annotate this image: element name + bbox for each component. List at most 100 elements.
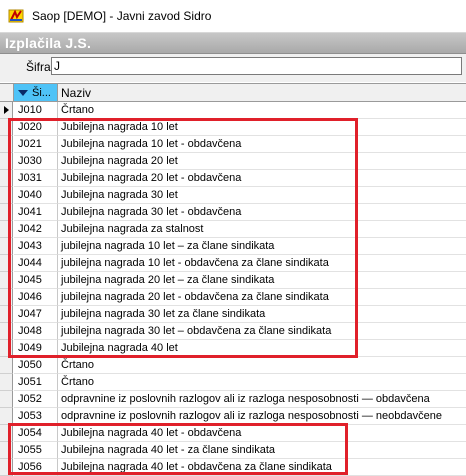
row-indicator[interactable] [0, 323, 13, 340]
table-row[interactable]: J030 Jubilejna nagrada 20 let [0, 153, 466, 170]
sort-descending-icon [18, 89, 28, 96]
cell-name[interactable]: Jubilejna nagrada 10 let [58, 119, 466, 136]
row-indicator[interactable] [0, 119, 13, 136]
row-indicator[interactable] [0, 272, 13, 289]
grid-header: Ši... Naziv [0, 84, 466, 102]
row-indicator[interactable] [0, 221, 13, 238]
cell-name[interactable]: Jubilejna nagrada 30 let - obdavčena [58, 204, 466, 221]
row-indicator[interactable] [0, 204, 13, 221]
grid-rows: J010 Črtano J020 Jubilejna nagrada 10 let J0… [0, 102, 466, 476]
cell-code[interactable]: J030 [14, 153, 58, 170]
cell-name[interactable]: Jubilejna nagrada 40 let - za člane sind… [58, 442, 466, 459]
cell-name[interactable]: Črtano [58, 102, 466, 119]
saop-app-icon [8, 9, 24, 23]
table-row[interactable]: J052 odpravnine iz poslovnih razlogov ali… [0, 391, 466, 408]
cell-code[interactable]: J046 [14, 289, 58, 306]
row-indicator[interactable] [0, 374, 13, 391]
current-row-indicator[interactable] [0, 102, 13, 119]
table-row[interactable]: J010 Črtano [0, 102, 466, 119]
table-row[interactable]: J050 Črtano [0, 357, 466, 374]
row-indicator[interactable] [0, 238, 13, 255]
table-row[interactable]: J045 jubilejna nagrada 20 let – za člane … [0, 272, 466, 289]
table-row[interactable]: J054 Jubilejna nagrada 40 let - obdavčena [0, 425, 466, 442]
code-filter-input[interactable] [51, 57, 462, 75]
cell-name[interactable]: Črtano [58, 374, 466, 391]
cell-code[interactable]: J040 [14, 187, 58, 204]
table-row[interactable]: J042 Jubilejna nagrada za stalnost [0, 221, 466, 238]
table-row[interactable]: J048 jubilejna nagrada 30 let – obdavčena… [0, 323, 466, 340]
table-row[interactable]: J041 Jubilejna nagrada 30 let - obdavčena [0, 204, 466, 221]
table-row[interactable]: J055 Jubilejna nagrada 40 let - za člane … [0, 442, 466, 459]
column-header-code[interactable]: Ši... [14, 84, 58, 101]
cell-code[interactable]: J047 [14, 306, 58, 323]
cell-name[interactable]: Jubilejna nagrada 40 let - obdavčena [58, 425, 466, 442]
cell-code[interactable]: J055 [14, 442, 58, 459]
table-row[interactable]: J047 jubilejna nagrada 30 let za člane si… [0, 306, 466, 323]
section-header: Izplačila J.S. [0, 32, 466, 54]
cell-code[interactable]: J031 [14, 170, 58, 187]
cell-code[interactable]: J041 [14, 204, 58, 221]
cell-code[interactable]: J056 [14, 459, 58, 476]
cell-name[interactable]: jubilejna nagrada 30 let – obdavčena za … [58, 323, 466, 340]
row-indicator[interactable] [0, 459, 13, 476]
row-indicator[interactable] [0, 187, 13, 204]
cell-code[interactable]: J053 [14, 408, 58, 425]
table-row[interactable]: J040 Jubilejna nagrada 30 let [0, 187, 466, 204]
cell-code[interactable]: J049 [14, 340, 58, 357]
cell-code[interactable]: J044 [14, 255, 58, 272]
table-row[interactable]: J031 Jubilejna nagrada 20 let - obdavčena [0, 170, 466, 187]
row-indicator[interactable] [0, 391, 13, 408]
cell-code[interactable]: J048 [14, 323, 58, 340]
section-title: Izplačila J.S. [5, 35, 92, 51]
cell-code[interactable]: J010 [14, 102, 58, 119]
cell-name[interactable]: odpravnine iz poslovnih razlogov ali iz … [58, 391, 466, 408]
window-title: Saop [DEMO] - Javni zavod Sidro [32, 9, 212, 23]
row-indicator[interactable] [0, 306, 13, 323]
row-indicator[interactable] [0, 289, 13, 306]
cell-code[interactable]: J051 [14, 374, 58, 391]
cell-name[interactable]: Jubilejna nagrada 40 let [58, 340, 466, 357]
cell-code[interactable]: J042 [14, 221, 58, 238]
cell-name[interactable]: jubilejna nagrada 10 let - obdavčena za … [58, 255, 466, 272]
cell-name[interactable]: odpravnine iz poslovnih razlogov ali iz … [58, 408, 466, 425]
cell-name[interactable]: jubilejna nagrada 20 let – za člane sind… [58, 272, 466, 289]
row-indicator[interactable] [0, 442, 13, 459]
cell-code[interactable]: J045 [14, 272, 58, 289]
table-row[interactable]: J021 Jubilejna nagrada 10 let - obdavčena [0, 136, 466, 153]
cell-code[interactable]: J054 [14, 425, 58, 442]
table-row[interactable]: J053 odpravnine iz poslovnih razlogov ali… [0, 408, 466, 425]
row-indicator[interactable] [0, 136, 13, 153]
cell-code[interactable]: J050 [14, 357, 58, 374]
cell-name[interactable]: Jubilejna nagrada 30 let [58, 187, 466, 204]
row-indicator[interactable] [0, 255, 13, 272]
table-row[interactable]: J043 jubilejna nagrada 10 let – za člane … [0, 238, 466, 255]
table-row[interactable]: J056 Jubilejna nagrada 40 let - obdavčena… [0, 459, 466, 476]
row-indicator-header [0, 84, 14, 101]
row-indicator[interactable] [0, 425, 13, 442]
cell-name[interactable]: Črtano [58, 357, 466, 374]
cell-code[interactable]: J020 [14, 119, 58, 136]
cell-name[interactable]: jubilejna nagrada 20 let - obdavčena za … [58, 289, 466, 306]
cell-code[interactable]: J021 [14, 136, 58, 153]
row-indicator[interactable] [0, 340, 13, 357]
cell-name[interactable]: Jubilejna nagrada 40 let - obdavčena za … [58, 459, 466, 476]
cell-code[interactable]: J043 [14, 238, 58, 255]
table-row[interactable]: J049 Jubilejna nagrada 40 let [0, 340, 466, 357]
column-header-name[interactable]: Naziv [61, 86, 91, 100]
cell-name[interactable]: Jubilejna nagrada 10 let - obdavčena [58, 136, 466, 153]
cell-name[interactable]: jubilejna nagrada 30 let za člane sindik… [58, 306, 466, 323]
row-indicator[interactable] [0, 153, 13, 170]
row-indicator[interactable] [0, 170, 13, 187]
row-indicator[interactable] [0, 408, 13, 425]
table-row[interactable]: J020 Jubilejna nagrada 10 let [0, 119, 466, 136]
cell-name[interactable]: Jubilejna nagrada 20 let [58, 153, 466, 170]
table-row[interactable]: J046 jubilejna nagrada 20 let - obdavčena… [0, 289, 466, 306]
cell-name[interactable]: Jubilejna nagrada 20 let - obdavčena [58, 170, 466, 187]
table-row[interactable]: J051 Črtano [0, 374, 466, 391]
cell-name[interactable]: Jubilejna nagrada za stalnost [58, 221, 466, 238]
cell-code[interactable]: J052 [14, 391, 58, 408]
row-indicator[interactable] [0, 357, 13, 374]
table-row[interactable]: J044 jubilejna nagrada 10 let - obdavčena… [0, 255, 466, 272]
title-bar: Saop [DEMO] - Javni zavod Sidro [0, 0, 466, 32]
cell-name[interactable]: jubilejna nagrada 10 let – za člane sind… [58, 238, 466, 255]
